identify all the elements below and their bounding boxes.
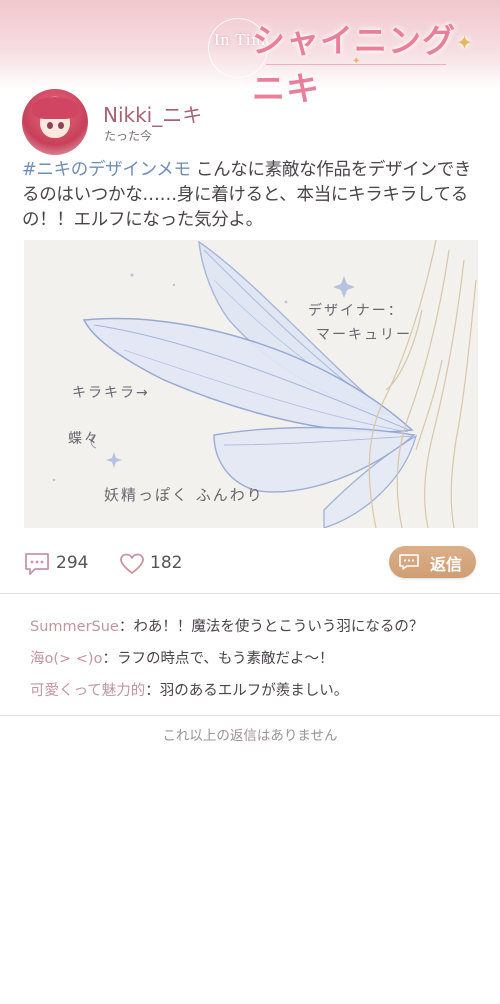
speech-bubble-icon [399, 554, 419, 570]
note-butterfly: 蝶々 [68, 431, 100, 447]
username[interactable]: Nikki_ニキ [103, 99, 202, 128]
post-text: #ニキのデザインメモ こんなに素敵な作品をデザインできるのはいつかな……身に着け… [22, 158, 482, 233]
logo-title: シャイニング✦ニキ [252, 14, 478, 110]
avatar-eye [58, 122, 64, 129]
hashtag-link[interactable]: #ニキのデザインメモ [22, 160, 191, 180]
note-designer: デザイナー： [308, 303, 404, 319]
reply-button[interactable]: 返信 [389, 546, 476, 578]
reply-author[interactable]: 可愛くって魅力的 [30, 683, 145, 699]
no-more-replies-text: これ以上の返信はありません [162, 728, 338, 744]
logo-underline [266, 56, 446, 75]
reply-text: わあ！！魔法を使うとこういう羽になるの？ [133, 619, 424, 635]
reply-list: SummerSue：わあ！！魔法を使うとこういう羽になるの？ 海o(> <)o：… [30, 611, 480, 707]
action-bar: 294 182 返信 [0, 544, 500, 584]
reply-text: ラフの時点で、もう素敵だよ～！ [116, 651, 334, 667]
note-designer-name: マーキュリー [316, 327, 412, 343]
reply-button-label: 返信 [430, 555, 463, 574]
note-fairy: 妖精っぽく ふんわり [104, 486, 264, 504]
header-banner: In Tim シャイニング✦ニキ [0, 0, 500, 108]
speech-bubble-icon[interactable] [24, 552, 50, 576]
heart-icon[interactable] [120, 553, 144, 575]
divider [0, 715, 500, 716]
note-sparkle: キラキラ→ [72, 385, 150, 401]
reply-author[interactable]: SummerSue [30, 619, 119, 635]
reply-separator: ： [102, 651, 117, 667]
reply-item: 海o(> <)o：ラフの時点で、もう素敵だよ～！ [30, 643, 480, 675]
comment-count: 294 [56, 553, 89, 573]
reply-item: SummerSue：わあ！！魔法を使うとこういう羽になるの？ [30, 611, 480, 643]
post-timestamp: たった今 [104, 129, 153, 143]
post-image[interactable]: デザイナー： マーキュリー キラキラ→ 蝶々 妖精っぽく ふんわり [24, 240, 478, 528]
star-icon: ✦ [456, 30, 474, 55]
like-count: 182 [150, 553, 183, 573]
reply-separator: ： [118, 619, 134, 635]
divider [0, 593, 500, 594]
reply-author[interactable]: 海o(> <)o [30, 651, 102, 667]
reply-text: 羽のあるエルフが羨ましい。 [159, 683, 349, 699]
logo-title-part-a: シャイニング [252, 21, 456, 60]
reply-item: 可愛くって魅力的：羽のあるエルフが羨ましい。 [30, 675, 480, 707]
reply-separator: ： [145, 683, 160, 699]
avatar[interactable] [22, 89, 88, 155]
avatar-eye [47, 122, 53, 129]
game-logo: In Tim シャイニング✦ニキ [208, 12, 478, 108]
avatar-hair [32, 97, 78, 119]
